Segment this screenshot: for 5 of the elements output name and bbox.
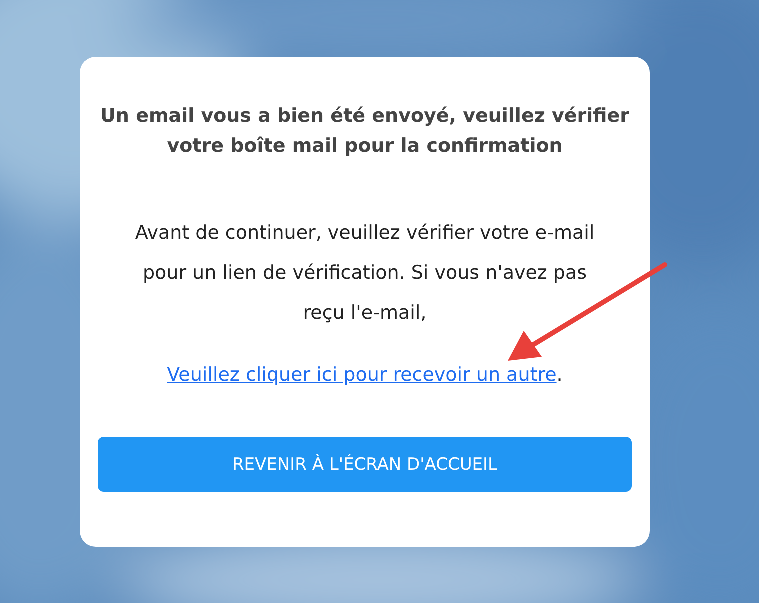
heading: Un email vous a bien été envoyé, veuillez vérifier votre boîte mail pour la confirmation — [100, 104, 630, 159]
message: Avant de continuer, veuillez vérifier votre e-mail pour un lien de vérification. Si vous n'avez pas reçu l'e-mail, — [134, 221, 596, 326]
resend-sentence: Veuillez cliquer ici pour recevoir un autre. — [167, 363, 563, 388]
resend-link[interactable]: Veuillez cliquer ici pour recevoir un autre — [167, 364, 557, 386]
home-button[interactable]: REVENIR À L'ÉCRAN D'ACCUEIL — [98, 437, 632, 492]
